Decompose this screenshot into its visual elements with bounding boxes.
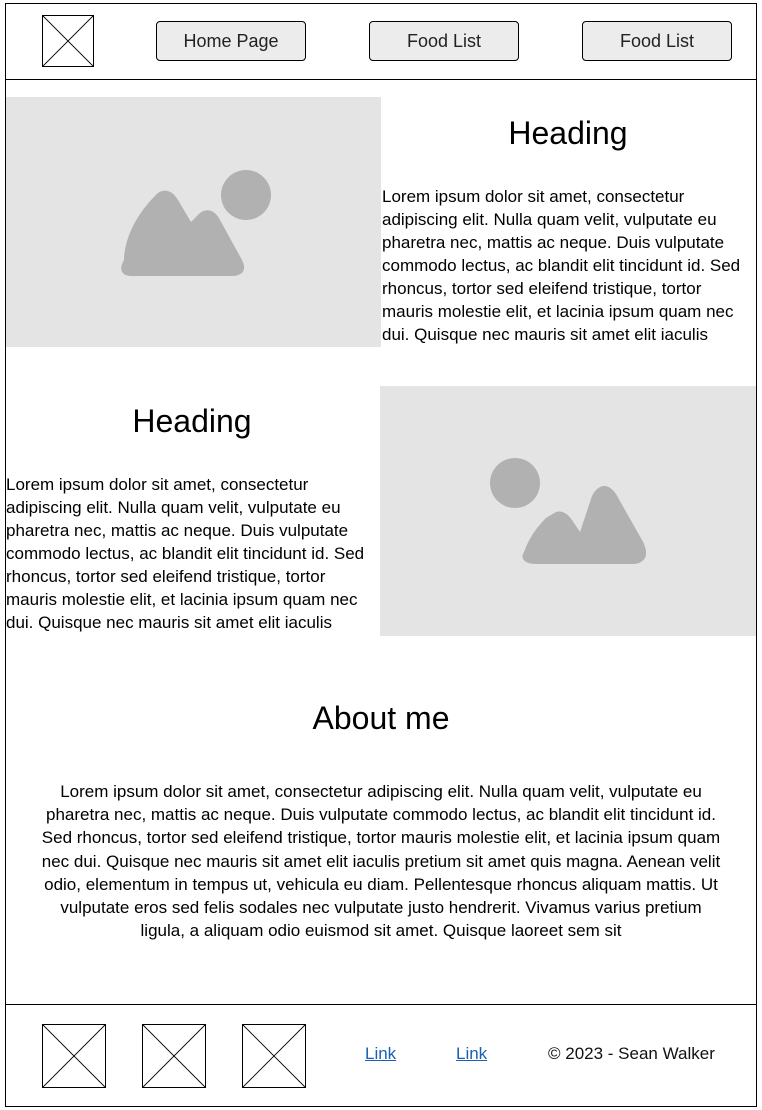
social-placeholder-icon-2[interactable] [142,1024,206,1088]
section-1-text: Lorem ipsum dolor sit amet, consectetur … [382,187,741,344]
nav-food-list-button[interactable]: Food List [369,21,519,61]
nav-food-list-button-2[interactable]: Food List [582,21,732,61]
about-text: Lorem ipsum dolor sit amet, consectetur … [41,782,721,941]
page: Home Page Food List Food List Heading Lo… [0,0,762,1110]
about-title: About me [312,700,450,736]
footer-link-1[interactable]: Link [365,1044,396,1064]
section-2-image [380,386,756,636]
social-placeholder-icon-1[interactable] [42,1024,106,1088]
footer-link-2[interactable]: Link [456,1044,487,1064]
section-2-text: Lorem ipsum dolor sit amet, consectetur … [6,475,365,632]
image-placeholder-icon [490,458,647,564]
section-1-image [6,97,381,347]
copyright-text: © 2023 - Sean Walker [548,1044,715,1063]
social-placeholder-icon-3[interactable] [242,1024,306,1088]
section-2-heading: Heading [132,403,252,439]
image-placeholder-icon [121,170,271,276]
logo-placeholder-icon[interactable] [42,15,94,67]
section-1-heading: Heading [508,115,628,151]
nav-home-button[interactable]: Home Page [156,21,306,61]
